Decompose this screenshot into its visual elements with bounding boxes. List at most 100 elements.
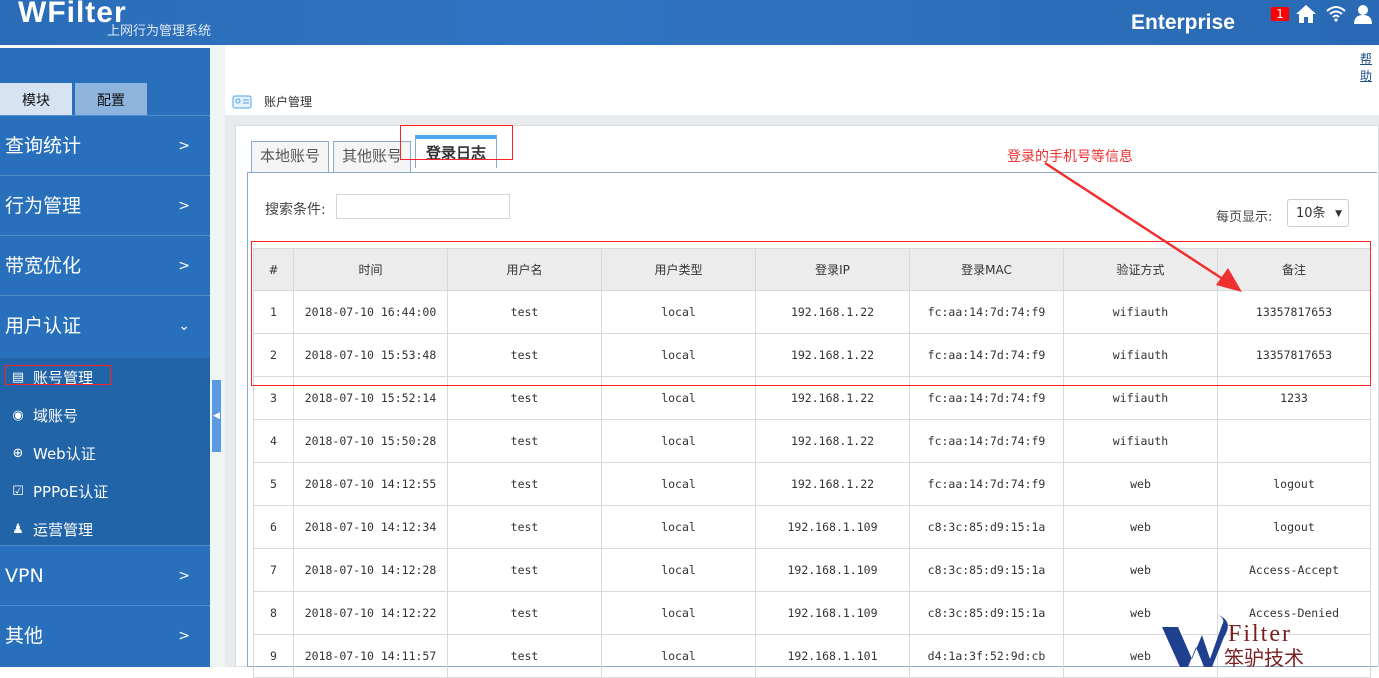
table-cell: fc:aa:14:7d:74:f9: [909, 462, 1064, 506]
svg-text:笨驴技术: 笨驴技术: [1224, 646, 1304, 667]
page-size-select[interactable]: 10条 ▼: [1287, 199, 1349, 227]
menu-label: 其他: [5, 625, 44, 647]
notification-badge[interactable]: 1: [1271, 7, 1289, 21]
menu-label: 用户认证: [5, 315, 82, 337]
submenu: ▤ 账号管理 ◉ 域账号 ⊕ Web认证 ☑ PPPoE认证 ♟ 运营管理: [0, 358, 210, 548]
menu-label: 行为管理: [5, 195, 82, 217]
domain-icon: ◉: [12, 408, 24, 423]
page-size-label: 每页显示:: [1216, 210, 1273, 225]
sidebar-tab-config[interactable]: 配置: [75, 83, 147, 115]
table-cell: fc:aa:14:7d:74:f9: [909, 419, 1064, 463]
table-row[interactable]: 6 2018-07-10 14:12:34 test local 192.168.1.1…: [253, 505, 1371, 549]
table-cell: wifiauth: [1063, 419, 1218, 463]
table-row[interactable]: 5 2018-07-10 14:12:55 test local 192.168.1.2…: [253, 462, 1371, 506]
table-row[interactable]: 7 2018-07-10 14:12:28 test local 192.168.1.1…: [253, 548, 1371, 592]
table-cell: c8:3c:85:d9:15:1a: [909, 591, 1064, 635]
home-icon[interactable]: [1295, 4, 1317, 29]
menu-query-stats[interactable]: 查询统计 >: [0, 115, 210, 175]
table-cell: 2018-07-10 14:12:55: [293, 462, 448, 506]
chevron-down-icon: ⌄: [178, 318, 190, 334]
table-cell: 192.168.1.101: [755, 634, 910, 678]
user-icon[interactable]: [1353, 4, 1373, 29]
table-cell: [1217, 419, 1371, 463]
table-cell: 192.168.1.22: [755, 462, 910, 506]
table-cell: 6: [253, 505, 294, 549]
table-cell: 5: [253, 462, 294, 506]
search-label: 搜索条件:: [265, 202, 326, 218]
logo-subtitle: 上网行为管理系统: [107, 24, 212, 39]
sidebar-highlight-box: [5, 365, 111, 385]
table-cell: 2018-07-10 14:11:57: [293, 634, 448, 678]
table-cell: local: [601, 548, 756, 592]
table-cell: web: [1063, 462, 1218, 506]
sidebar-tab-modules[interactable]: 模块: [0, 83, 72, 115]
table-cell: local: [601, 591, 756, 635]
table-cell: test: [447, 634, 602, 678]
watermark-logo: Filter 笨驴技术: [1160, 615, 1379, 670]
help-link[interactable]: 帮助: [1360, 50, 1379, 84]
breadcrumb-label: 账户管理: [264, 95, 313, 109]
svg-text:Filter: Filter: [1228, 621, 1292, 647]
operator-icon: ♟: [12, 522, 24, 537]
table-cell: test: [447, 548, 602, 592]
submenu-web-auth[interactable]: ⊕ Web认证: [8, 442, 96, 466]
table-cell: 2018-07-10 14:12:28: [293, 548, 448, 592]
table-cell: web: [1063, 548, 1218, 592]
menu-user-auth[interactable]: 用户认证 ⌄: [0, 295, 210, 355]
table-cell: local: [601, 462, 756, 506]
table-cell: 7: [253, 548, 294, 592]
pppoe-icon: ☑: [12, 484, 24, 499]
menu-label: VPN: [5, 565, 44, 587]
table-cell: 192.168.1.109: [755, 505, 910, 549]
table-row[interactable]: 4 2018-07-10 15:50:28 test local 192.168.1.2…: [253, 419, 1371, 463]
submenu-operations[interactable]: ♟ 运营管理: [8, 518, 93, 542]
table-cell: test: [447, 505, 602, 549]
tab-highlight-box: [400, 125, 513, 160]
table-cell: 2018-07-10 14:12:34: [293, 505, 448, 549]
table-cell: local: [601, 419, 756, 463]
chevron-right-icon: >: [178, 628, 190, 644]
menu-label: 带宽优化: [5, 255, 82, 277]
table-cell: 2018-07-10 14:12:22: [293, 591, 448, 635]
table-cell: test: [447, 462, 602, 506]
menu-behavior[interactable]: 行为管理 >: [0, 175, 210, 235]
dropdown-arrow-icon: ▼: [1335, 209, 1342, 219]
table-cell: 192.168.1.22: [755, 419, 910, 463]
submenu-domain-account[interactable]: ◉ 域账号: [8, 404, 78, 428]
table-cell: web: [1063, 505, 1218, 549]
table-cell: 192.168.1.109: [755, 548, 910, 592]
chevron-right-icon: >: [178, 138, 190, 154]
submenu-label: PPPoE认证: [33, 483, 109, 501]
menu-vpn[interactable]: VPN >: [0, 545, 210, 605]
wifi-icon[interactable]: [1325, 4, 1347, 29]
collapse-strip: [210, 45, 225, 667]
submenu-pppoe-auth[interactable]: ☑ PPPoE认证: [8, 480, 108, 504]
tab-local-accounts[interactable]: 本地账号: [251, 141, 329, 172]
collapse-sidebar-handle[interactable]: ◀: [212, 380, 221, 452]
annotation-text: 登录的手机号等信息: [1007, 149, 1133, 165]
table-cell: 192.168.1.109: [755, 591, 910, 635]
table-cell: c8:3c:85:d9:15:1a: [909, 505, 1064, 549]
table-cell: 2018-07-10 15:50:28: [293, 419, 448, 463]
menu-bandwidth[interactable]: 带宽优化 >: [0, 235, 210, 295]
table-cell: Access-Accept: [1217, 548, 1371, 592]
menu-label: 查询统计: [5, 135, 82, 157]
table-highlight-box: [251, 241, 1371, 386]
id-card-icon: [232, 95, 252, 108]
table-cell: 9: [253, 634, 294, 678]
globe-icon: ⊕: [12, 446, 24, 461]
menu-other[interactable]: 其他 >: [0, 605, 210, 665]
table-cell: test: [447, 419, 602, 463]
edition-label: Enterprise: [1131, 11, 1235, 34]
table-cell: 4: [253, 419, 294, 463]
table-cell: logout: [1217, 462, 1371, 506]
search-input[interactable]: [336, 194, 510, 219]
submenu-label: Web认证: [33, 445, 96, 463]
table-cell: logout: [1217, 505, 1371, 549]
table-cell: local: [601, 505, 756, 549]
chevron-right-icon: >: [178, 258, 190, 274]
table-cell: local: [601, 634, 756, 678]
breadcrumb: 账户管理: [232, 93, 312, 110]
table-cell: test: [447, 591, 602, 635]
table-cell: 8: [253, 591, 294, 635]
